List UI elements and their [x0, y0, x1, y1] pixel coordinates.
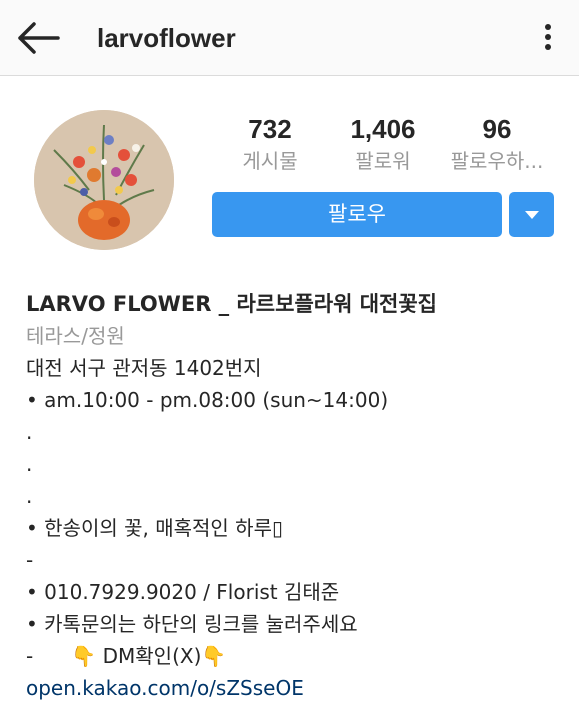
arrow-left-icon	[18, 22, 60, 54]
bio-line: .	[26, 420, 33, 444]
top-bar: larvoflower	[0, 0, 579, 76]
bio-line: • 010.7929.9020 / Florist 김태준	[26, 580, 340, 604]
more-options-button[interactable]	[536, 22, 560, 54]
bio-line: -	[26, 548, 34, 572]
profile-bio: LARVO FLOWER _ 라르보플라워 대전꽃집 테라스/정원 대전 서구 …	[26, 288, 566, 704]
bio-line: 대전 서구 관저동 1402번지	[26, 356, 262, 380]
profile-category: 테라스/정원	[26, 324, 125, 348]
suggestions-dropdown-button[interactable]	[509, 192, 554, 237]
stat-following[interactable]: 96 팔로우하...	[438, 112, 556, 176]
bio-line: • am.10:00 - pm.08:00 (sun~14:00)	[26, 388, 389, 412]
bio-line: - 👇 DM확인(X)👇	[26, 644, 227, 668]
following-count: 96	[482, 114, 512, 144]
back-button[interactable]	[14, 19, 62, 57]
posts-label: 게시물	[242, 149, 298, 173]
flower-painting-image	[34, 110, 174, 250]
bio-line: • 한송이의 꽃, 매혹적인 하루▯	[26, 516, 283, 540]
more-vertical-icon	[536, 24, 560, 50]
bio-line: .	[26, 484, 33, 508]
posts-count: 732	[248, 114, 292, 144]
follow-button[interactable]: 팔로우	[212, 192, 502, 237]
avatar[interactable]	[34, 110, 174, 250]
stat-followers[interactable]: 1,406 팔로워	[340, 112, 426, 176]
followers-count: 1,406	[350, 114, 416, 144]
bio-line: .	[26, 452, 33, 476]
profile-username: larvoflower	[97, 23, 236, 53]
bio-line: • 카톡문의는 하단의 링크를 눌러주세요	[26, 612, 358, 636]
profile-website-link[interactable]: open.kakao.com/o/sZSseOE	[26, 672, 566, 704]
profile-full-name: LARVO FLOWER _ 라르보플라워 대전꽃집	[26, 292, 437, 316]
following-label: 팔로우하...	[450, 149, 544, 173]
stat-posts[interactable]: 732 게시물	[236, 112, 304, 176]
caret-down-icon	[525, 211, 539, 219]
followers-label: 팔로워	[355, 149, 411, 173]
